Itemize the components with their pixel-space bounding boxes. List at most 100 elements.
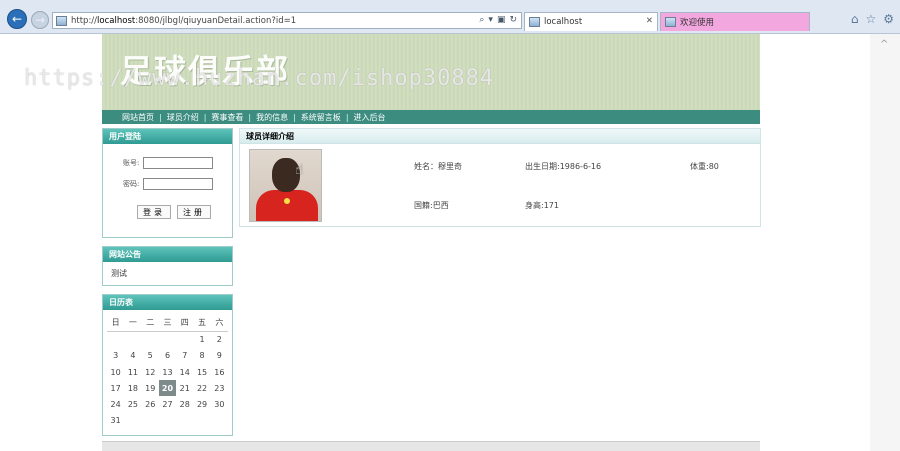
calendar-week-row: 3456789	[107, 348, 228, 364]
dropdown-icon[interactable]: ▾	[488, 15, 493, 25]
menu-item-players[interactable]: 球员介绍	[167, 112, 199, 123]
account-input[interactable]	[143, 157, 214, 169]
calendar-day[interactable]: 22	[193, 380, 210, 396]
calendar-day[interactable]: 23	[211, 380, 228, 396]
weekday-label: 日	[107, 315, 125, 332]
calendar-day[interactable]: 2	[211, 331, 228, 347]
weekday-label: 一	[124, 315, 142, 332]
tab-welcome[interactable]: 欢迎使用	[660, 12, 810, 31]
calendar-day[interactable]: 25	[124, 396, 141, 412]
tab-label: localhost	[544, 17, 583, 27]
calendar-empty-cell	[159, 331, 176, 347]
menu-item-message-board[interactable]: 系统留言板	[301, 112, 341, 123]
compat-view-icon[interactable]: ▣	[497, 15, 506, 25]
calendar-day[interactable]: 31	[107, 413, 124, 429]
page-footer	[102, 441, 760, 451]
home-icon[interactable]: ⌂	[851, 12, 859, 26]
weekday-label: 五	[193, 315, 211, 332]
calendar-day[interactable]: 12	[142, 364, 159, 380]
menu-separator: |	[345, 112, 349, 122]
weekday-label: 四	[176, 315, 194, 332]
address-bar[interactable]: http://localhost:8080/jlbgl/qiuyuanDetai…	[52, 12, 522, 29]
calendar-day[interactable]: 28	[176, 396, 193, 412]
main-menu: 网站首页 | 球员介绍 | 赛事查看 | 我的信息 | 系统留言板 | 进入后台	[102, 110, 760, 124]
register-button[interactable]: 注册	[177, 205, 211, 219]
calendar-day[interactable]: 11	[124, 364, 141, 380]
notice-text: 测试	[111, 269, 127, 278]
forward-button[interactable]: →	[31, 11, 49, 29]
calendar-week-row: 17 18 19 20 21 22 23	[107, 380, 228, 397]
browser-chrome: ← → http://localhost:8080/jlbgl/qiuyuanD…	[0, 0, 900, 34]
calendar-day[interactable]: 13	[159, 364, 176, 380]
calendar-day[interactable]: 26	[142, 396, 159, 412]
close-tab-icon[interactable]: ✕	[646, 16, 653, 26]
calendar-day[interactable]: 9	[211, 348, 228, 364]
login-panel: 用户登陆 账号: 密码: 登录 注册	[102, 128, 233, 238]
calendar-day[interactable]: 21	[176, 380, 193, 396]
player-height: 身高:171	[525, 201, 559, 210]
calendar-empty-cell	[124, 413, 141, 429]
calendar-day[interactable]: 17	[107, 380, 124, 396]
calendar-empty-cell	[193, 413, 210, 429]
login-title: 用户登陆	[103, 129, 232, 144]
tab-label: 欢迎使用	[680, 18, 715, 28]
watermark-text: https://www.huzhan.com/ishop30884	[24, 66, 495, 91]
search-icon[interactable]: ⌕	[479, 15, 484, 25]
favorites-star-icon[interactable]: ☆	[865, 12, 876, 26]
weekday-label: 六	[210, 315, 228, 332]
player-detail-panel: 球员详细介绍 ☝ 姓名：穆里奇 出生日期:1986-6-16 体重:80 国籍:…	[239, 128, 761, 227]
calendar-weekday-row: 日 一 二 三 四 五 六	[107, 315, 228, 332]
calendar-day[interactable]: 30	[211, 396, 228, 412]
calendar-day[interactable]: 8	[193, 348, 210, 364]
player-photo: ☝	[249, 149, 322, 222]
tab-favicon-icon	[665, 17, 676, 27]
refresh-icon[interactable]: ↻	[509, 15, 517, 25]
calendar-day[interactable]: 5	[142, 348, 159, 364]
calendar-day[interactable]: 14	[176, 364, 193, 380]
calendar-week-row: 10 11 12 13 14 15 16	[107, 364, 228, 380]
calendar-day[interactable]: 16	[211, 364, 228, 380]
menu-item-home[interactable]: 网站首页	[122, 112, 154, 123]
password-label: 密码:	[123, 180, 140, 188]
tab-favicon-icon	[529, 17, 540, 27]
notice-title: 网站公告	[103, 247, 232, 262]
account-row: 账号:	[123, 157, 214, 169]
calendar-empty-cell	[124, 331, 141, 347]
calendar-day[interactable]: 19	[142, 380, 159, 396]
calendar-day[interactable]: 4	[124, 348, 141, 364]
calendar-day[interactable]: 7	[176, 348, 193, 364]
menu-item-admin[interactable]: 进入后台	[354, 112, 386, 123]
weekday-label: 三	[158, 315, 177, 332]
menu-item-matches[interactable]: 赛事查看	[211, 112, 243, 123]
gear-icon[interactable]: ⚙	[883, 12, 894, 26]
calendar-day[interactable]: 27	[159, 396, 176, 412]
scrollbar[interactable]: ^	[870, 34, 900, 451]
calendar-day[interactable]: 29	[193, 396, 210, 412]
calendar-day[interactable]: 18	[124, 380, 141, 396]
player-name: 姓名：穆里奇	[414, 162, 462, 171]
menu-separator: |	[248, 112, 252, 122]
player-nationality: 国籍:巴西	[414, 201, 449, 210]
calendar-day[interactable]: 24	[107, 396, 124, 412]
calendar-empty-cell	[107, 331, 124, 347]
player-shirt	[256, 190, 318, 221]
scroll-up-icon[interactable]: ^	[880, 39, 888, 50]
menu-separator: |	[203, 112, 207, 122]
calendar-empty-cell	[176, 413, 193, 429]
tab-localhost[interactable]: localhost ✕	[524, 12, 658, 31]
back-button[interactable]: ←	[7, 9, 27, 29]
calendar-panel: 日历表 日 一 二 三 四 五 六 1 2 3 4 5 6 7 8 9 10 11 12 13 14 15 1…	[102, 294, 233, 436]
calendar-days: 1 2 3 4 5 6 7 8 9 10 11 12 13 14 15 16 17 18 19 20 21 22 23 24 2…	[107, 331, 228, 429]
calendar-day[interactable]: 15	[193, 364, 210, 380]
calendar-day[interactable]: 20	[158, 380, 177, 397]
password-input[interactable]	[143, 178, 214, 190]
calendar-day[interactable]: 6	[159, 348, 176, 364]
calendar-day[interactable]: 3	[107, 348, 124, 364]
calendar-day[interactable]: 1	[193, 331, 210, 347]
calendar-empty-cell	[142, 413, 159, 429]
calendar-day[interactable]: 10	[107, 364, 124, 380]
calendar-week-row: 31	[107, 413, 228, 429]
login-button[interactable]: 登录	[137, 205, 171, 219]
menu-item-my-info[interactable]: 我的信息	[256, 112, 288, 123]
forward-arrow-icon: →	[34, 13, 46, 27]
